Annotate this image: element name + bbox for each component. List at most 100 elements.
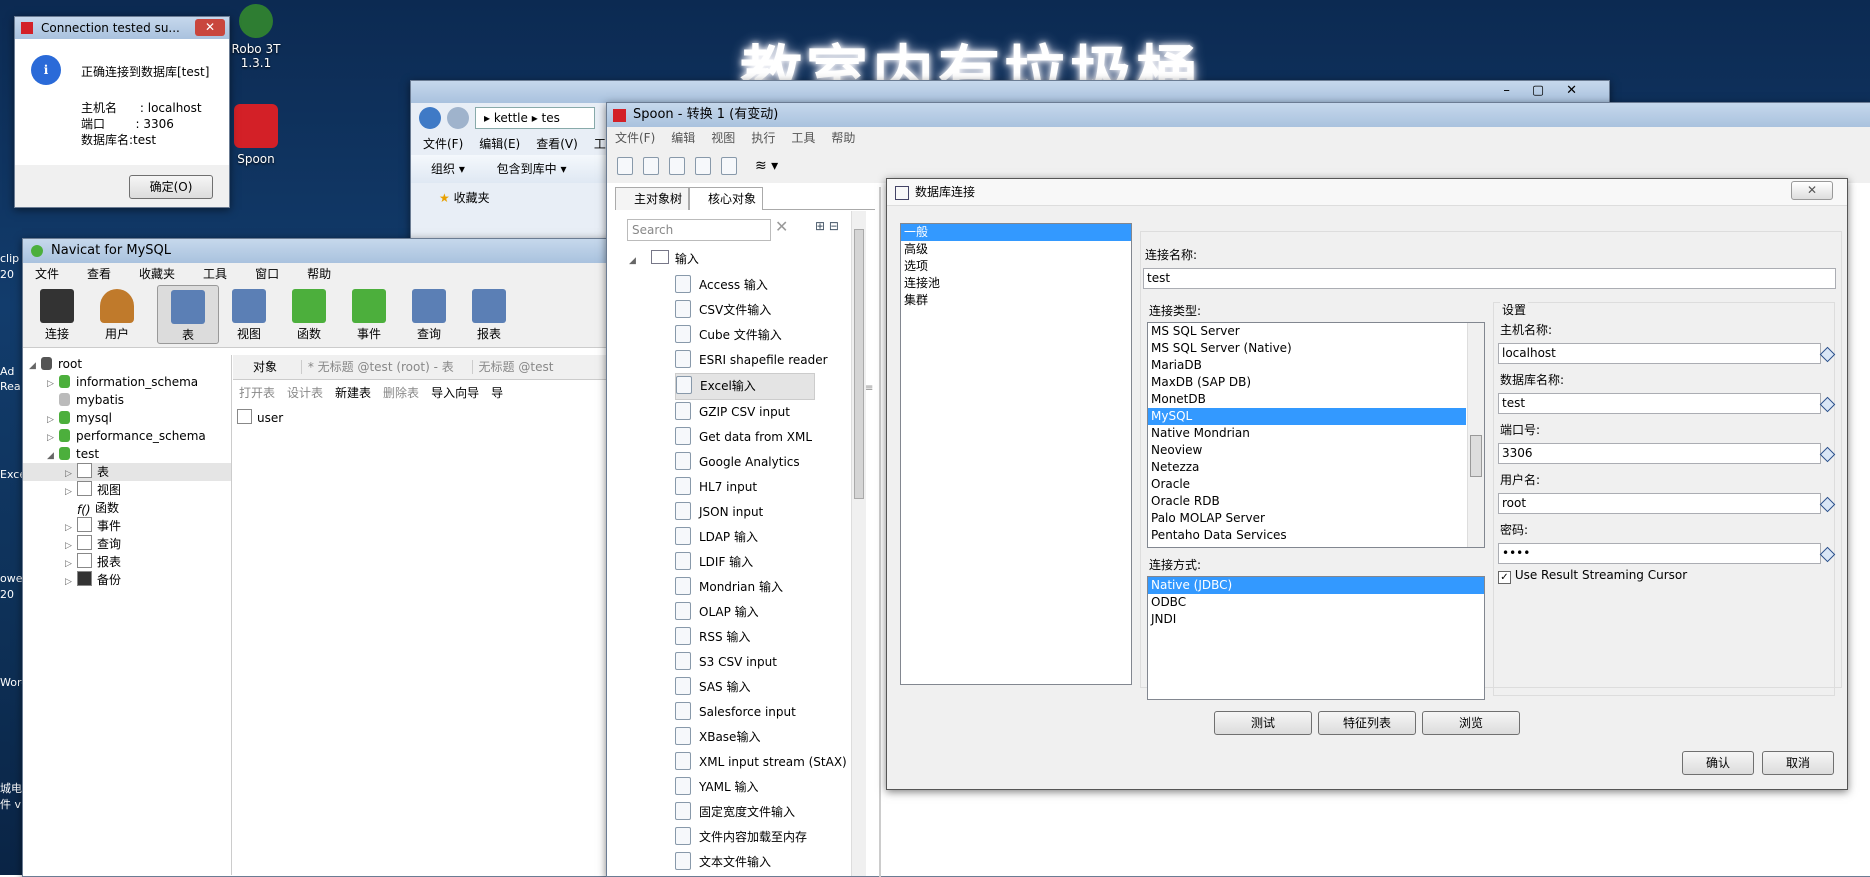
step-item[interactable]: S3 CSV input	[675, 650, 815, 675]
desktop-icon-spoon[interactable]: Spoon	[228, 104, 284, 166]
section-options[interactable]: 选项	[901, 258, 1131, 275]
step-item[interactable]: Excel输入	[675, 373, 815, 400]
menu-favorites[interactable]: 收藏夹	[131, 263, 195, 285]
step-item[interactable]: XBase输入	[675, 725, 815, 750]
step-item[interactable]: RSS 输入	[675, 625, 815, 650]
step-item[interactable]: Google Analytics	[675, 450, 815, 475]
access-type-list[interactable]: Native (JDBC) ODBC JNDI	[1147, 576, 1485, 700]
menu-file[interactable]: 文件	[27, 263, 79, 285]
save-as-icon[interactable]	[721, 157, 737, 175]
menu-run[interactable]: 执行	[743, 127, 783, 149]
menu-help[interactable]: 帮助	[299, 263, 339, 285]
variable-icon[interactable]	[1819, 396, 1836, 413]
open-file-icon[interactable]	[643, 157, 659, 175]
explore-repo-icon[interactable]	[669, 157, 685, 175]
tree-item-functions[interactable]: f() 函数	[23, 499, 231, 517]
tab-core-objects[interactable]: 核心对象	[689, 187, 764, 210]
tree-item-backups[interactable]: ▷ 备份	[23, 571, 231, 589]
step-item[interactable]: ESRI shapefile reader	[675, 348, 828, 373]
conn-type-item[interactable]: Pentaho Data Services	[1148, 527, 1466, 544]
conn-type-item[interactable]: Netezza	[1148, 459, 1466, 476]
menu-window[interactable]: 窗口	[247, 263, 299, 285]
path-segment[interactable]: tes	[542, 111, 560, 125]
menu-tools[interactable]: 工具	[195, 263, 247, 285]
tab-objects[interactable]: 对象	[233, 360, 297, 374]
menu-view[interactable]: 查看	[79, 263, 131, 285]
forward-arrow-icon[interactable]	[447, 107, 469, 129]
menu-edit[interactable]: 编辑(E)	[471, 133, 528, 155]
path-segment[interactable]: kettle	[494, 111, 528, 125]
dbname-input[interactable]: test	[1498, 393, 1821, 414]
tree-item-views[interactable]: ▷ 视图	[23, 481, 231, 499]
step-item[interactable]: LDAP 输入	[675, 525, 815, 550]
password-input[interactable]: ••••	[1498, 543, 1821, 564]
tree-item-queries[interactable]: ▷ 查询	[23, 535, 231, 553]
toolbar-connect-button[interactable]: 连接	[27, 285, 87, 342]
conn-type-item[interactable]: Palo MOLAP Server	[1148, 510, 1466, 527]
tree-item-events[interactable]: ▷ 事件	[23, 517, 231, 535]
step-item[interactable]: 文件内容加载至内存	[675, 825, 815, 850]
scrollbar-thumb[interactable]	[854, 229, 864, 499]
step-item[interactable]: YAML 输入	[675, 775, 815, 800]
new-file-icon[interactable]	[617, 157, 633, 175]
menu-tools[interactable]: 工具	[783, 127, 823, 149]
category-input[interactable]: ◢ 输入	[629, 249, 699, 271]
tree-root[interactable]: ◢ root	[23, 355, 231, 373]
test-button[interactable]: 测试	[1214, 711, 1312, 735]
step-item[interactable]: Cube 文件输入	[675, 323, 815, 348]
tree-db-information-schema[interactable]: ▷ information_schema	[23, 373, 231, 391]
tree-db-performance-schema[interactable]: ▷ performance_schema	[23, 427, 231, 445]
delete-table-button[interactable]: 删除表	[383, 386, 431, 400]
ok-button[interactable]: 确定(O)	[129, 175, 213, 199]
variable-icon[interactable]	[1819, 346, 1836, 363]
streaming-cursor-option[interactable]: ✓ Use Result Streaming Cursor	[1498, 567, 1687, 584]
step-item[interactable]: Get data from XML	[675, 425, 815, 450]
tab-untitled-2[interactable]: 无标题 @test	[471, 360, 554, 374]
tree-item-tables[interactable]: ▷ 表	[23, 463, 231, 481]
layers-icon[interactable]: ≋ ▾	[755, 158, 778, 174]
back-arrow-icon[interactable]	[419, 107, 441, 129]
export-button[interactable]: 导	[491, 386, 503, 400]
feature-list-button[interactable]: 特征列表	[1318, 711, 1416, 735]
conn-type-item[interactable]: Oracle	[1148, 476, 1466, 493]
step-item[interactable]: 固定宽度文件输入	[675, 800, 815, 825]
menu-file[interactable]: 文件(F)	[607, 127, 663, 149]
section-pooling[interactable]: 连接池	[901, 275, 1131, 292]
step-item[interactable]: HL7 input	[675, 475, 815, 500]
conn-name-input[interactable]: test	[1143, 268, 1836, 289]
access-native-jdbc[interactable]: Native (JDBC)	[1148, 577, 1484, 594]
desktop-icon-robo3t[interactable]: Robo 3T 1.3.1	[228, 4, 284, 70]
tab-main-tree[interactable]: 主对象树	[615, 187, 690, 210]
variable-icon[interactable]	[1819, 546, 1836, 563]
variable-icon[interactable]	[1819, 496, 1836, 513]
confirm-button[interactable]: 确认	[1682, 751, 1754, 775]
conn-type-item[interactable]: MySQL	[1148, 408, 1466, 425]
step-item[interactable]: OLAP 输入	[675, 600, 815, 625]
include-library-button[interactable]: 包含到库中 ▾	[497, 162, 567, 176]
step-item[interactable]: 文本文件输入	[675, 850, 815, 875]
conn-type-list[interactable]: MS SQL Server MS SQL Server (Native) Maria…	[1147, 322, 1485, 548]
steps-search-input[interactable]: Search	[627, 219, 771, 241]
conn-type-item[interactable]: MonetDB	[1148, 391, 1466, 408]
organize-button[interactable]: 组织 ▾	[431, 162, 465, 176]
menu-edit[interactable]: 编辑	[663, 127, 703, 149]
toolbar-table-button[interactable]: 表	[157, 285, 219, 344]
browse-button[interactable]: 浏览	[1422, 711, 1520, 735]
tree-db-test[interactable]: ◢ test	[23, 445, 231, 463]
section-advanced[interactable]: 高级	[901, 241, 1131, 258]
splitter-handle[interactable]: ≡	[865, 383, 873, 394]
conn-type-scrollbar[interactable]	[1467, 323, 1484, 547]
close-icon[interactable]: ✕	[195, 19, 225, 36]
conn-type-item[interactable]: Oracle RDB	[1148, 493, 1466, 510]
step-item[interactable]: LDIF 输入	[675, 550, 815, 575]
step-item[interactable]: CSV文件输入	[675, 298, 815, 323]
section-cluster[interactable]: 集群	[901, 292, 1131, 309]
step-item[interactable]: JSON input	[675, 500, 815, 525]
menu-file[interactable]: 文件(F)	[415, 133, 471, 155]
new-table-button[interactable]: 新建表	[335, 386, 383, 400]
toolbar-view-button[interactable]: 视图	[219, 285, 279, 342]
conn-type-item[interactable]: MS SQL Server (Native)	[1148, 340, 1466, 357]
save-icon[interactable]	[695, 157, 711, 175]
access-odbc[interactable]: ODBC	[1148, 594, 1484, 611]
open-table-button[interactable]: 打开表	[233, 386, 287, 400]
